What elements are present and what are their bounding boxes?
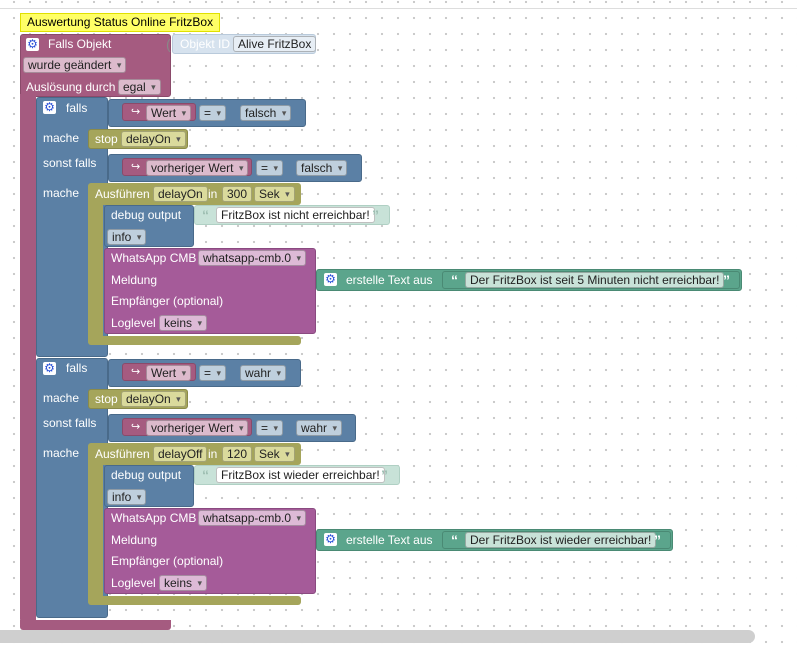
in-label: in: [208, 447, 218, 461]
debug-level-dropdown[interactable]: info: [107, 229, 147, 245]
message-text-field[interactable]: Der FritzBox ist seit 5 Minuten nicht er…: [465, 272, 725, 288]
timer-dropdown[interactable]: delayOn: [121, 131, 186, 147]
gear-icon[interactable]: ⚙: [43, 362, 56, 375]
quote-icon: ”: [372, 207, 379, 223]
value-dropdown[interactable]: Wert: [146, 105, 192, 121]
whatsapp-instance-dropdown[interactable]: whatsapp-cmb.0: [198, 510, 307, 526]
variable-arrow-icon: ↪: [131, 421, 141, 433]
timeout-block-footer: [88, 596, 301, 605]
trigger-by-dropdown[interactable]: egal: [118, 79, 161, 95]
boolean-dropdown[interactable]: wahr: [240, 365, 287, 381]
debug-output-label: debug output: [111, 468, 182, 482]
gear-icon[interactable]: ⚙: [26, 38, 39, 51]
operator-dropdown[interactable]: =: [199, 365, 227, 381]
timer-value-field[interactable]: 300: [222, 186, 253, 202]
do-label: mache: [43, 131, 80, 145]
whatsapp-label: WhatsApp CMB: [111, 511, 197, 525]
recipient-label: Empfänger (optional): [111, 294, 224, 308]
in-label: in: [208, 187, 218, 201]
timer-dropdown[interactable]: delayOn: [121, 391, 186, 407]
create-text-label: erstelle Text aus: [346, 273, 433, 287]
previous-value-dropdown[interactable]: vorheriger Wert: [146, 160, 249, 176]
message-label: Meldung: [111, 273, 158, 287]
trigger-block-footer: [20, 620, 171, 630]
variable-arrow-icon: ↪: [131, 161, 141, 173]
trigger-label: Falls Objekt: [48, 37, 112, 51]
create-text-label: erstelle Text aus: [346, 533, 433, 547]
operator-dropdown[interactable]: =: [256, 160, 284, 176]
do-label: mache: [43, 186, 80, 200]
recipient-label: Empfänger (optional): [111, 554, 224, 568]
do-label: mache: [43, 446, 80, 460]
timeout-block-footer: [88, 336, 301, 345]
gear-icon[interactable]: ⚙: [324, 273, 337, 286]
execute-label: Ausführen: [95, 187, 150, 201]
timer-name-field[interactable]: delayOn: [153, 186, 208, 202]
timer-name-field[interactable]: delayOff: [153, 446, 208, 462]
operator-dropdown[interactable]: =: [199, 105, 227, 121]
boolean-dropdown[interactable]: falsch: [240, 105, 292, 121]
value-dropdown[interactable]: Wert: [146, 365, 192, 381]
variable-arrow-icon: ↪: [131, 366, 141, 378]
loglevel-dropdown[interactable]: keins: [159, 575, 208, 591]
previous-value-dropdown[interactable]: vorheriger Wert: [146, 420, 249, 436]
quote-icon: ”: [381, 467, 388, 483]
change-mode-dropdown[interactable]: wurde geändert: [23, 57, 127, 73]
quote-icon: ”: [723, 272, 730, 288]
else-if-label: sonst falls: [43, 416, 97, 430]
blockly-workspace[interactable]: Auswertung Status Online FritzBox ⚙ Fall…: [0, 0, 797, 645]
whatsapp-instance-dropdown[interactable]: whatsapp-cmb.0: [198, 250, 307, 266]
stop-label: stop: [95, 132, 118, 146]
timer-unit-dropdown[interactable]: Sek: [254, 186, 295, 202]
else-if-label: sonst falls: [43, 156, 97, 170]
timeout-block-spine: [88, 460, 103, 600]
message-label: Meldung: [111, 533, 158, 547]
object-id-value[interactable]: Alive FritzBox: [233, 36, 317, 52]
do-label: mache: [43, 391, 80, 405]
trigger-by-label: Auslösung durch: [26, 80, 116, 94]
quote-icon: “: [202, 207, 209, 223]
quote-icon: “: [451, 532, 458, 548]
comment-bubble[interactable]: Auswertung Status Online FritzBox: [20, 13, 221, 32]
loglevel-label: Loglevel: [111, 576, 156, 590]
gear-icon[interactable]: ⚙: [324, 533, 337, 546]
timeout-block-spine: [88, 200, 103, 340]
debug-text-field[interactable]: FritzBox ist nicht erreichbar!: [216, 207, 375, 223]
boolean-dropdown[interactable]: wahr: [296, 420, 343, 436]
trigger-block-spine: [20, 94, 36, 622]
loglevel-label: Loglevel: [111, 316, 156, 330]
whatsapp-label: WhatsApp CMB: [111, 251, 197, 265]
timer-unit-dropdown[interactable]: Sek: [254, 446, 295, 462]
timer-value-field[interactable]: 120: [222, 446, 253, 462]
execute-label: Ausführen: [95, 447, 150, 461]
object-id-label: Objekt ID: [180, 37, 231, 51]
variable-arrow-icon: ↪: [131, 106, 141, 118]
quote-icon: “: [202, 467, 209, 483]
quote-icon: ”: [654, 532, 661, 548]
debug-output-label: debug output: [111, 208, 182, 222]
workspace-top-border: [0, 8, 797, 9]
debug-text-field[interactable]: FritzBox ist wieder erreichbar!: [216, 467, 385, 483]
operator-dropdown[interactable]: =: [256, 420, 284, 436]
if-label: falls: [66, 361, 88, 375]
stop-label: stop: [95, 392, 118, 406]
message-text-field[interactable]: Der FritzBox ist wieder erreichbar!: [465, 532, 657, 548]
boolean-dropdown[interactable]: falsch: [296, 160, 348, 176]
gear-icon[interactable]: ⚙: [43, 101, 56, 114]
horizontal-scrollbar[interactable]: [0, 630, 755, 643]
quote-icon: “: [451, 272, 458, 288]
notch-icon: (: [166, 36, 171, 52]
loglevel-dropdown[interactable]: keins: [159, 315, 208, 331]
debug-level-dropdown[interactable]: info: [107, 489, 147, 505]
if-label: falls: [66, 101, 88, 115]
